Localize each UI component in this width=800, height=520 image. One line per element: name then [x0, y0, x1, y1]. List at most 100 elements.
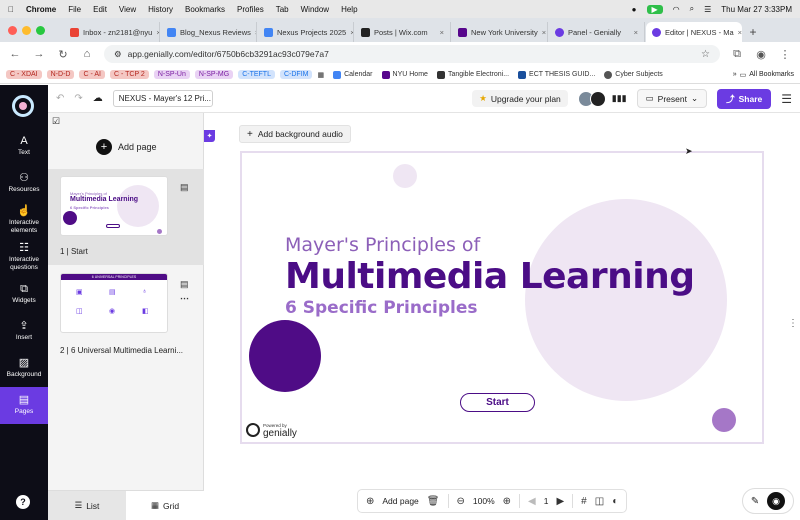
tab-list[interactable]: ☰ List: [48, 491, 126, 520]
chrome-menu-icon[interactable]: ⋮: [778, 48, 792, 61]
zoom-level[interactable]: 100%: [473, 496, 495, 506]
sidebar-item-interactive-questions[interactable]: ☷ Interactive questions: [0, 242, 48, 272]
slide-title-small[interactable]: Mayer's Principles of: [285, 234, 480, 256]
light-circle-large[interactable]: [525, 199, 727, 401]
forward-icon[interactable]: →: [32, 48, 46, 60]
sidebar-item-text[interactable]: A Text: [0, 135, 48, 157]
close-tab-icon[interactable]: ×: [542, 28, 546, 37]
sidebar-item-pages[interactable]: ▤ Pages: [0, 387, 48, 424]
menu-profiles[interactable]: Profiles: [237, 5, 264, 14]
prev-page-icon[interactable]: ◀: [528, 496, 536, 507]
bookmark-chip[interactable]: C-DFIM: [279, 70, 313, 79]
tab-inbox[interactable]: Inbox - zn2181@nyu×: [64, 22, 160, 42]
start-button[interactable]: Start: [460, 393, 535, 412]
upgrade-button[interactable]: ★ Upgrade your plan: [472, 90, 568, 107]
menu-file[interactable]: File: [68, 5, 81, 14]
mid-circle[interactable]: [712, 408, 736, 432]
bookmark-cyber[interactable]: Cyber Subjects: [604, 70, 663, 79]
present-button[interactable]: ▭ Present ⌄: [636, 89, 708, 108]
bookmark-chip[interactable]: N-D-D: [46, 70, 75, 79]
undo-icon[interactable]: ↶: [56, 93, 64, 104]
help-button[interactable]: ?: [16, 495, 30, 509]
slide-subtitle[interactable]: 6 Specific Principles: [285, 298, 478, 318]
more-options-icon[interactable]: ⋯: [180, 293, 189, 304]
bookmark-calendar[interactable]: Calendar: [333, 70, 373, 79]
page-options-icon[interactable]: ▤: [180, 182, 189, 193]
page-thumbnail-2[interactable]: 6 UNIVERSAL PRINCIPLES ▣ ▤ ♁ ◫ ◉ ◧: [60, 273, 168, 333]
zoom-window-icon[interactable]: [36, 26, 45, 35]
menu-edit[interactable]: Edit: [93, 5, 107, 14]
eye-icon[interactable]: ◉: [767, 492, 786, 510]
back-icon[interactable]: ←: [8, 48, 22, 60]
avatar[interactable]: [589, 90, 606, 107]
menu-history[interactable]: History: [148, 5, 173, 14]
tab-panel-genially[interactable]: Panel - Genially ×: [549, 22, 645, 42]
slide[interactable]: Mayer's Principles of Multimedia Learnin…: [240, 151, 764, 444]
slide-title-big[interactable]: Multimedia Learning: [285, 256, 695, 297]
zoom-out-icon[interactable]: ⊖: [457, 496, 465, 507]
bookmark-star-icon[interactable]: ☆: [701, 49, 710, 60]
sidebar-item-resources[interactable]: ⚇ Resources: [0, 172, 48, 194]
search-icon[interactable]: ⌕: [690, 4, 694, 14]
tab-grid[interactable]: ▦ Grid: [126, 491, 204, 520]
page-number[interactable]: 1: [544, 496, 549, 506]
menu-help[interactable]: Help: [341, 5, 357, 14]
menu-window[interactable]: Window: [301, 5, 329, 14]
clock[interactable]: Thu Mar 27 3:33PM: [721, 5, 792, 14]
pin-icon[interactable]: ✦: [204, 130, 215, 142]
analytics-icon[interactable]: ▮▮▮: [612, 93, 627, 104]
url-field[interactable]: ⚙ app.genially.com/editor/6750b6cb3291ac…: [104, 45, 720, 63]
bookmark-ect-thesis[interactable]: ECT THESIS GUID...: [518, 70, 595, 79]
close-tab-icon[interactable]: ×: [634, 28, 638, 37]
edit-preview-toggle[interactable]: ✎ ◉: [742, 488, 794, 514]
sidebar-item-widgets[interactable]: ⧉ Widgets: [0, 283, 48, 305]
bookmark-chip[interactable]: C - AI: [79, 70, 105, 79]
minimize-window-icon[interactable]: [22, 26, 31, 35]
side-kebab-icon[interactable]: ⋮: [788, 318, 798, 329]
next-page-icon[interactable]: ▶: [556, 496, 564, 507]
add-page-bottom-button[interactable]: Add page: [382, 496, 418, 506]
document-name-input[interactable]: NEXUS - Mayer's 12 Pri...: [112, 90, 213, 107]
layout-icon[interactable]: ◫: [595, 496, 604, 507]
new-tab-button[interactable]: +: [743, 22, 763, 42]
control-center-icon[interactable]: ☰: [704, 5, 711, 14]
tab-editor[interactable]: Editor | NEXUS - Ma ×: [646, 22, 742, 42]
tab-nexus-projects[interactable]: Nexus Projects 2025×: [258, 22, 354, 42]
profile-avatar[interactable]: ◉: [754, 48, 768, 61]
add-background-audio-button[interactable]: + Add background audio: [239, 125, 351, 143]
menu-icon[interactable]: ☰: [781, 92, 792, 106]
close-tab-icon[interactable]: ×: [156, 28, 159, 37]
bookmark-chip[interactable]: C-TEFTL: [238, 70, 275, 79]
tab-nyu[interactable]: New York University ×: [452, 22, 548, 42]
select-checkbox-icon[interactable]: ☑: [52, 116, 60, 127]
app-menu[interactable]: Chrome: [26, 5, 56, 14]
home-icon[interactable]: ⌂: [80, 48, 94, 60]
light-circle-small[interactable]: [393, 164, 417, 188]
grid-guides-icon[interactable]: #: [581, 496, 587, 507]
dark-circle[interactable]: [249, 320, 321, 392]
theme-icon[interactable]: ◐: [612, 496, 618, 507]
close-tab-icon[interactable]: ×: [440, 28, 444, 37]
zoom-in-icon[interactable]: ⊕: [503, 496, 511, 507]
collaborators[interactable]: ▮▮▮: [577, 90, 627, 107]
sidebar-item-background[interactable]: ▨ Background: [0, 357, 48, 379]
tab-blog[interactable]: Blog_Nexus Reviews ×: [161, 22, 257, 42]
redo-icon[interactable]: ↷: [74, 93, 82, 104]
trash-icon[interactable]: 🗑: [427, 496, 440, 507]
pencil-icon[interactable]: ✎: [751, 496, 759, 507]
bookmark-chip[interactable]: C - XDAI: [6, 70, 42, 79]
page-slot-2[interactable]: 6 UNIVERSAL PRINCIPLES ▣ ▤ ♁ ◫ ◉ ◧ ▤ ⋯ 2…: [48, 265, 204, 361]
sidebar-item-interactive-elements[interactable]: ☝ Interactive elements: [0, 205, 48, 235]
close-tab-icon[interactable]: ×: [350, 28, 353, 37]
site-info-icon[interactable]: ⚙: [114, 49, 122, 60]
all-bookmarks[interactable]: » ▭ All Bookmarks: [733, 71, 794, 79]
page-thumbnail-1[interactable]: Mayer's Principles of Multimedia Learnin…: [60, 176, 168, 236]
bookmark-tangible[interactable]: Tangible Electroni...: [436, 70, 509, 79]
bookmark-chip[interactable]: N-SP-Un: [153, 70, 190, 79]
close-window-icon[interactable]: [8, 26, 17, 35]
share-button[interactable]: ⤴ Share: [717, 88, 772, 109]
plus-icon[interactable]: ⊕: [366, 496, 374, 507]
close-tab-icon[interactable]: ×: [255, 28, 256, 37]
apps-grid-icon[interactable]: ▦: [317, 71, 324, 79]
genially-logo[interactable]: [12, 95, 34, 117]
